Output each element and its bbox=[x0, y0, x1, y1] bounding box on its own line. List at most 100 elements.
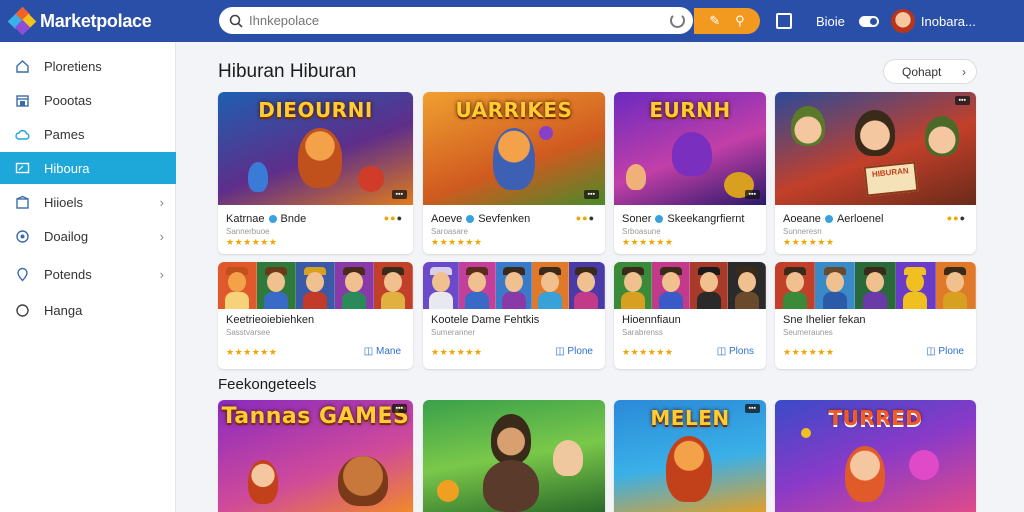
sidebar-item-7[interactable]: Potends › bbox=[0, 258, 176, 290]
sort-button[interactable]: Qohapt › bbox=[883, 59, 977, 84]
bundle-platform[interactable]: ◫ Plone bbox=[555, 346, 593, 357]
sidebar-item-label: Hanga bbox=[44, 302, 83, 318]
rating-dots: ●●● bbox=[946, 213, 966, 223]
game-title: Soner Skeekangrfiernt bbox=[622, 213, 745, 225]
avatar[interactable] bbox=[890, 9, 915, 33]
game-card[interactable]: DIEOURNI ▪▪▪ Katrnae Bnde Sannerbuoe ★★★★… bbox=[218, 92, 413, 254]
sidebar-item-label: Doailog bbox=[44, 228, 89, 244]
game-card[interactable] bbox=[423, 400, 605, 512]
sidebar-item-5[interactable]: Hiioels › bbox=[0, 186, 176, 218]
game-subtitle: Srboasune bbox=[622, 227, 661, 236]
bundle-subtitle: Sasstvarsee bbox=[226, 328, 271, 337]
verified-icon bbox=[824, 215, 833, 224]
bundle-platform[interactable]: ◫ Plons bbox=[717, 346, 754, 357]
game-subtitle: Sannerbuoe bbox=[226, 227, 270, 236]
game-subtitle: Saroasare bbox=[431, 227, 468, 236]
game-card[interactable]: MELEN ▪▪▪ bbox=[614, 400, 766, 512]
thumbnail-title: TURRED bbox=[828, 406, 923, 430]
game-title: Katrnae Bnde bbox=[226, 213, 307, 225]
verified-icon bbox=[466, 215, 475, 224]
game-card[interactable]: HIBURAN ▪▪▪ Aoeane Aerloenel Sunneresn ★★… bbox=[775, 92, 976, 254]
rating-stars: ★★★★★★ bbox=[783, 347, 835, 357]
notifications-icon[interactable] bbox=[776, 13, 792, 29]
bundle-subtitle: Sumeranner bbox=[431, 328, 476, 337]
sidebar-item-label: Ploretiens bbox=[44, 58, 102, 74]
thumbnail-title: DIEOURNI bbox=[258, 98, 373, 122]
thumbnail-tag: ▪▪▪ bbox=[954, 96, 970, 105]
verified-icon bbox=[268, 215, 277, 224]
search-bar[interactable] bbox=[219, 7, 693, 34]
verified-icon bbox=[655, 215, 664, 224]
game-subtitle: Sunneresn bbox=[783, 227, 822, 236]
bundle-card[interactable]: Kootele Dame Fehtkis Sumeranner ★★★★★★ ◫… bbox=[423, 262, 605, 369]
screen-icon bbox=[14, 160, 30, 176]
game-card[interactable]: TURRED bbox=[775, 400, 976, 512]
game-thumbnail: UARRIKES ▪▪▪ bbox=[423, 92, 605, 205]
sidebar-item-label: Pames bbox=[44, 126, 85, 142]
section-title: Hiburan Hiburan bbox=[218, 61, 357, 82]
thumbnail-tag: ▪▪▪ bbox=[391, 404, 407, 413]
search-actions: ✎ ⚲ bbox=[694, 8, 760, 34]
game-title: Aoeane Aerloenel bbox=[783, 213, 884, 225]
bundle-platform[interactable]: ◫ Mane bbox=[364, 346, 401, 357]
sidebar-item-label: Hiioels bbox=[44, 194, 84, 210]
chat-icon[interactable]: ✎ bbox=[709, 13, 720, 29]
chevron-right-icon: › bbox=[159, 266, 164, 282]
thumbnail-tag: ▪▪▪ bbox=[583, 190, 599, 199]
search-action-icon[interactable]: ⚲ bbox=[735, 13, 745, 29]
rating-stars: ★★★★★★ bbox=[783, 237, 835, 247]
game-card[interactable]: UARRIKES ▪▪▪ Aoeve Sevfenken Saroasare ★★… bbox=[423, 92, 605, 254]
location-icon bbox=[14, 266, 30, 282]
user-name[interactable]: Inobara... bbox=[921, 14, 976, 29]
game-card[interactable]: Tannas GAMES ▪▪▪ bbox=[218, 400, 413, 512]
thumbnail-title: UARRIKES bbox=[455, 98, 573, 122]
sort-label: Qohapt bbox=[902, 64, 942, 79]
thumbnail-sign: HIBURAN bbox=[863, 161, 919, 197]
rating-stars: ★★★★★★ bbox=[226, 237, 278, 247]
game-thumbnail: TURRED bbox=[775, 400, 976, 512]
bundle-thumbnails bbox=[775, 262, 976, 309]
theme-toggle[interactable] bbox=[858, 15, 879, 27]
bundle-card[interactable]: Sne Ihelier fekan Seumeraunes ★★★★★★ ◫ P… bbox=[775, 262, 976, 369]
bundle-subtitle: Seumeraunes bbox=[783, 328, 833, 337]
game-thumbnail: DIEOURNI ▪▪▪ bbox=[218, 92, 413, 205]
circle-icon bbox=[14, 302, 30, 318]
sidebar-item-6[interactable]: Doailog › bbox=[0, 220, 176, 252]
game-thumbnail bbox=[423, 400, 605, 512]
chevron-right-icon: › bbox=[962, 64, 966, 79]
sidebar-item-4[interactable]: Hiboura bbox=[0, 152, 176, 184]
sidebar-item-8[interactable]: Hanga bbox=[0, 294, 176, 326]
top-bar-label[interactable]: Bioie bbox=[816, 14, 845, 29]
sidebar-item-1[interactable]: Ploretiens bbox=[0, 50, 176, 82]
brand[interactable]: Marketpolace bbox=[0, 6, 210, 36]
game-title: Aoeve Sevfenken bbox=[431, 213, 531, 225]
sidebar-item-label: Potends bbox=[44, 266, 92, 282]
rating-stars: ★★★★★★ bbox=[226, 347, 278, 357]
bundle-thumbnails bbox=[218, 262, 413, 309]
chevron-right-icon: › bbox=[159, 194, 164, 210]
thumbnail-tag: ▪▪▪ bbox=[744, 404, 760, 413]
rating-stars: ★★★★★★ bbox=[431, 237, 483, 247]
loading-icon bbox=[670, 13, 685, 28]
thumbnail-title: MELEN bbox=[650, 406, 730, 430]
sidebar-item-3[interactable]: Pames bbox=[0, 118, 176, 150]
bundle-card[interactable]: Keetrieoiebiehken Sasstvarsee ★★★★★★ ◫ M… bbox=[218, 262, 413, 369]
rating-stars: ★★★★★★ bbox=[622, 237, 674, 247]
thumbnail-tag: ▪▪▪ bbox=[744, 190, 760, 199]
top-bar: Marketpolace ✎ ⚲ Bioie Inobara... bbox=[0, 0, 1024, 42]
game-card[interactable]: EURNH ▪▪▪ Soner Skeekangrfiernt Srboasune… bbox=[614, 92, 766, 254]
thumbnail-title: Tannas GAMES bbox=[221, 404, 410, 429]
bundle-thumbnails bbox=[423, 262, 605, 309]
bundle-card[interactable]: Hioennfiaun Sarabrenss ★★★★★★ ◫ Plons bbox=[614, 262, 766, 369]
bundle-platform[interactable]: ◫ Plone bbox=[926, 346, 964, 357]
globe-icon bbox=[14, 228, 30, 244]
search-input[interactable] bbox=[249, 13, 669, 28]
top-bar-right: Bioie Inobara... bbox=[776, 0, 976, 42]
thumbnail-title: EURNH bbox=[649, 98, 731, 122]
sidebar-item-label: Poootas bbox=[44, 92, 92, 108]
sidebar-item-2[interactable]: Poootas bbox=[0, 84, 176, 116]
rating-dots: ●●● bbox=[383, 213, 403, 223]
brand-logo-icon bbox=[7, 6, 37, 36]
sidebar: Ploretiens Poootas Pames Hiboura Hiioels… bbox=[0, 42, 176, 512]
brand-name: Marketpolace bbox=[40, 10, 152, 31]
